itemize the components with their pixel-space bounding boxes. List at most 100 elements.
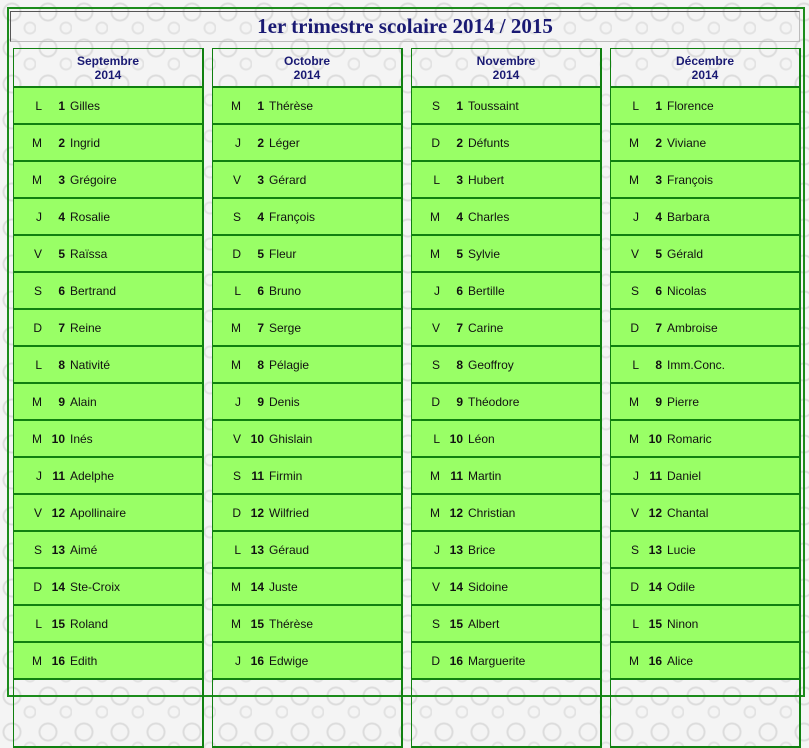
day-of-week: M bbox=[231, 357, 241, 372]
day-number: 13 bbox=[648, 542, 662, 557]
day-row: D 5 Fleur bbox=[213, 236, 401, 273]
day-of-week: M bbox=[32, 431, 42, 446]
day-row: M 12 Christian bbox=[412, 495, 600, 532]
day-number: 5 bbox=[456, 246, 463, 261]
day-number: 14 bbox=[250, 579, 264, 594]
saint-name: Aimé bbox=[70, 542, 98, 557]
day-number: 1 bbox=[58, 98, 65, 113]
saint-name: Gilles bbox=[70, 98, 101, 113]
saint-name: Denis bbox=[269, 394, 300, 409]
day-number: 3 bbox=[456, 172, 463, 187]
day-row: L 1 Florence bbox=[611, 88, 799, 125]
day-number: 9 bbox=[655, 394, 662, 409]
day-number: 5 bbox=[655, 246, 662, 261]
day-of-week: L bbox=[35, 616, 42, 631]
day-of-week: M bbox=[430, 246, 440, 261]
day-number: 6 bbox=[456, 283, 463, 298]
day-of-week: L bbox=[632, 616, 639, 631]
saint-name: Gérald bbox=[667, 246, 704, 261]
day-number: 13 bbox=[51, 542, 65, 557]
day-number: 9 bbox=[58, 394, 65, 409]
saint-name: Serge bbox=[269, 320, 302, 335]
day-row: D 2 Défunts bbox=[412, 125, 600, 162]
day-row: J 4 Barbara bbox=[611, 199, 799, 236]
day-of-week: J bbox=[36, 209, 42, 224]
day-row: V 5 Gérald bbox=[611, 236, 799, 273]
saint-name: Bertille bbox=[468, 283, 505, 298]
day-row: M 16 Edith bbox=[14, 643, 202, 680]
day-number: 7 bbox=[58, 320, 65, 335]
saint-name: Nativité bbox=[70, 357, 111, 372]
day-row: D 16 Marguerite bbox=[412, 643, 600, 680]
saint-name: Léger bbox=[269, 135, 300, 150]
day-number: 10 bbox=[51, 431, 65, 446]
day-of-week: V bbox=[232, 172, 241, 187]
day-of-week: J bbox=[434, 542, 440, 557]
day-number: 7 bbox=[456, 320, 463, 335]
day-row: V 10 Ghislain bbox=[213, 421, 401, 458]
saint-name: Thérèse bbox=[269, 616, 314, 631]
day-row: L 8 Nativité bbox=[14, 347, 202, 384]
day-of-week: M bbox=[231, 98, 241, 113]
saint-name: Florence bbox=[667, 98, 714, 113]
day-row: J 4 Rosalie bbox=[14, 199, 202, 236]
day-number: 8 bbox=[456, 357, 463, 372]
day-row: M 3 Grégoire bbox=[14, 162, 202, 199]
day-row: D 14 Ste-Croix bbox=[14, 569, 202, 606]
day-row: V 12 Apollinaire bbox=[14, 495, 202, 532]
saint-name: Martin bbox=[468, 468, 502, 483]
day-number: 8 bbox=[58, 357, 65, 372]
saint-name: Raïssa bbox=[70, 246, 108, 261]
saint-name: Reine bbox=[70, 320, 102, 335]
saint-name: Juste bbox=[269, 579, 298, 594]
day-row: M 8 Pélagie bbox=[213, 347, 401, 384]
day-number: 2 bbox=[456, 135, 463, 150]
day-of-week: S bbox=[431, 357, 440, 372]
saint-name: Alice bbox=[667, 653, 694, 668]
day-of-week: M bbox=[430, 209, 440, 224]
day-number: 15 bbox=[449, 616, 463, 631]
day-number: 11 bbox=[251, 468, 264, 483]
day-number: 2 bbox=[257, 135, 264, 150]
day-row: S 6 Bertrand bbox=[14, 273, 202, 310]
day-row: L 15 Ninon bbox=[611, 606, 799, 643]
day-number: 7 bbox=[655, 320, 662, 335]
day-of-week: L bbox=[433, 431, 440, 446]
saint-name: Romaric bbox=[667, 431, 712, 446]
day-number: 6 bbox=[58, 283, 65, 298]
day-row: M 2 Ingrid bbox=[14, 125, 202, 162]
saint-name: Marguerite bbox=[468, 653, 526, 668]
saint-name: Edwige bbox=[269, 653, 309, 668]
saint-name: Edith bbox=[70, 653, 98, 668]
day-number: 6 bbox=[655, 283, 662, 298]
saint-name: Bruno bbox=[269, 283, 302, 298]
saint-name: Toussaint bbox=[468, 98, 519, 113]
saint-name: Hubert bbox=[468, 172, 505, 187]
day-number: 3 bbox=[58, 172, 65, 187]
day-number: 10 bbox=[250, 431, 264, 446]
saint-name: Odile bbox=[667, 579, 696, 594]
day-number: 10 bbox=[648, 431, 662, 446]
saint-name: Lucie bbox=[667, 542, 696, 557]
day-of-week: M bbox=[629, 135, 639, 150]
saint-name: Défunts bbox=[468, 135, 510, 150]
saint-name: Pélagie bbox=[269, 357, 310, 372]
day-row: S 4 François bbox=[213, 199, 401, 236]
day-number: 13 bbox=[449, 542, 463, 557]
month-name: Septembre bbox=[76, 53, 140, 68]
saint-name: Carine bbox=[468, 320, 504, 335]
day-of-week: D bbox=[630, 579, 639, 594]
day-row: L 8 Imm.Conc. bbox=[611, 347, 799, 384]
day-of-week: D bbox=[33, 320, 42, 335]
saint-name: Ingrid bbox=[70, 135, 101, 150]
day-of-week: S bbox=[232, 209, 241, 224]
day-row: J 6 Bertille bbox=[412, 273, 600, 310]
day-row: M 15 Thérèse bbox=[213, 606, 401, 643]
day-row: M 5 Sylvie bbox=[412, 236, 600, 273]
day-of-week: L bbox=[35, 357, 42, 372]
saint-name: Apollinaire bbox=[70, 505, 127, 520]
day-number: 7 bbox=[257, 320, 264, 335]
day-of-week: D bbox=[431, 394, 440, 409]
saint-name: Sidoine bbox=[468, 579, 509, 594]
day-number: 16 bbox=[449, 653, 463, 668]
